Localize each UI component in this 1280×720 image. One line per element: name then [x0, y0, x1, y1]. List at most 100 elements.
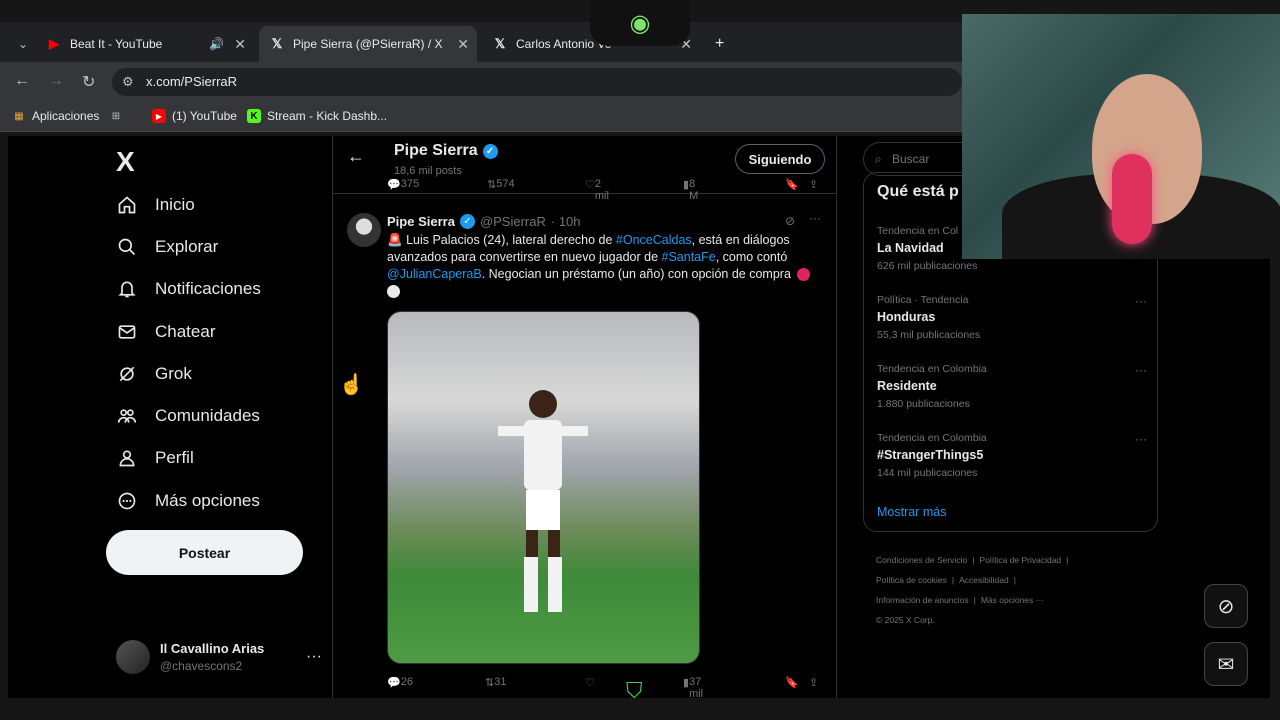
verified-badge-icon: ✓	[482, 143, 498, 159]
grok-icon[interactable]: ⊘	[1204, 584, 1248, 628]
more-icon[interactable]: ···	[809, 211, 821, 225]
site-info-icon[interactable]: ⚙	[122, 68, 134, 96]
reload-icon[interactable]: ↻	[82, 72, 95, 92]
nav-item-mas-opciones[interactable]: Más opciones	[116, 490, 260, 512]
close-icon[interactable]: ✕	[234, 36, 246, 53]
nav-label: Perfil	[155, 448, 194, 467]
more-circle-icon	[116, 490, 138, 512]
nav-item-explorar[interactable]: Explorar	[116, 236, 218, 258]
account-handle: @chavescons2	[160, 659, 243, 673]
trend-item[interactable]: Tendencia en Colombia Residente 1.880 pu…	[877, 363, 1147, 410]
view-count: 8 M	[689, 178, 699, 202]
nav-item-chatear[interactable]: Chatear	[116, 321, 215, 343]
grok-icon[interactable]: ⊘	[785, 214, 795, 228]
show-more-link[interactable]: Mostrar más	[877, 505, 946, 519]
white-circle-icon	[387, 285, 400, 299]
view-count: 37 mil	[689, 676, 704, 698]
footer-link[interactable]: Más opciones ···	[981, 590, 1044, 610]
nav-item-grok[interactable]: Grok	[116, 363, 192, 385]
trend-count: 1.880 publicaciones	[877, 398, 970, 410]
bookmark-label: Stream - Kick Dashb...	[267, 109, 388, 123]
account-switcher[interactable]: Il Cavallino Arias @chavescons2 ···	[116, 640, 322, 674]
x-logo[interactable]: X	[116, 146, 135, 178]
close-icon[interactable]: ✕	[457, 36, 469, 53]
nav-label: Comunidades	[155, 406, 260, 425]
like-button[interactable]: ♡	[585, 676, 595, 689]
bell-icon	[116, 278, 138, 300]
trend-item[interactable]: Política · Tendencia Honduras 55,3 mil p…	[877, 294, 1147, 341]
address-bar[interactable]: ⚙ x.com/PSierraR	[112, 68, 962, 96]
footer-link[interactable]: Condiciones de Servicio	[876, 550, 967, 570]
footer-separator: |	[973, 595, 976, 605]
more-icon[interactable]: ···	[1135, 294, 1147, 308]
avatar[interactable]	[347, 213, 381, 247]
grid-icon: ⊞	[111, 110, 121, 122]
tab-youtube[interactable]: ▶ Beat It - YouTube 🔊 ✕	[36, 26, 254, 62]
tab-pipe-sierra[interactable]: 𝕏 Pipe Sierra (@PSierraR) / X ✕	[259, 26, 477, 62]
nav-label: Inicio	[155, 195, 195, 214]
back-arrow-icon[interactable]: ←	[347, 146, 365, 167]
repost-count: 31	[494, 676, 507, 688]
views-button[interactable]: ▮ 8 M	[683, 178, 698, 202]
repost-button[interactable]: ⇅ 574	[487, 178, 515, 191]
share-icon[interactable]: ⇪	[809, 178, 818, 191]
webcam-overlay	[962, 14, 1280, 259]
reply-button[interactable]: 💬 375	[387, 178, 419, 191]
new-tab-button[interactable]: +	[705, 26, 734, 62]
mention[interactable]: @JulianCaperaB	[387, 267, 482, 281]
bookmark-label: (1) YouTube	[172, 109, 237, 123]
share-icon[interactable]: ⇪	[809, 676, 818, 689]
following-button[interactable]: Siguiendo	[735, 144, 825, 174]
bookmark-youtube[interactable]: ▶ (1) YouTube	[152, 109, 237, 123]
tweet-text-part: , como contó	[715, 250, 788, 264]
nav-item-perfil[interactable]: Perfil	[116, 447, 194, 469]
repost-count: 574	[496, 178, 515, 190]
bookmark-apps[interactable]: ▦ Aplicaciones	[12, 109, 99, 123]
microphone-icon	[1112, 154, 1152, 244]
url-text: x.com/PSierraR	[146, 74, 238, 89]
bookmark-icon[interactable]: 🔖	[785, 178, 799, 191]
repost-button[interactable]: ⇅ 31	[485, 676, 506, 689]
trend-context: Tendencia en Colombia	[877, 432, 987, 444]
hashtag[interactable]: #OnceCaldas	[616, 233, 692, 247]
footer-separator: |	[1013, 575, 1016, 585]
bookmark-icon[interactable]: 🔖	[785, 676, 799, 689]
tweet-image[interactable]	[387, 311, 700, 664]
bookmark-kick[interactable]: K Stream - Kick Dashb...	[247, 109, 387, 123]
tweet-time[interactable]: · 10h	[551, 214, 581, 229]
grok-icon	[116, 363, 138, 385]
bookmark-label: Aplicaciones	[32, 109, 100, 123]
tab-title: Pipe Sierra (@PSierraR) / X	[293, 37, 443, 51]
reply-button[interactable]: 💬 26	[387, 676, 413, 689]
nav-item-notificaciones[interactable]: Notificaciones	[116, 278, 261, 300]
forward-icon[interactable]: →	[48, 72, 64, 90]
trend-item[interactable]: Tendencia en Colombia #StrangerThings5 1…	[877, 432, 1147, 479]
streamer-logo-icon: ◉	[590, 0, 690, 46]
author-name[interactable]: Pipe Sierra	[387, 214, 455, 229]
like-button[interactable]: ♡ 2 mil	[585, 178, 609, 202]
tab-list-button[interactable]: ⌄	[8, 26, 28, 62]
nav-label: Chatear	[155, 322, 216, 341]
mail-icon[interactable]: ✉	[1204, 642, 1248, 686]
nav-item-comunidades[interactable]: Comunidades	[116, 405, 260, 427]
more-icon[interactable]: ···	[1135, 432, 1147, 446]
post-button[interactable]: Postear	[106, 530, 303, 575]
footer-link[interactable]: Accesibilidad	[959, 570, 1009, 590]
views-button[interactable]: ▮ 37 mil	[683, 676, 703, 698]
more-icon[interactable]: ···	[306, 648, 322, 666]
back-icon[interactable]: ←	[14, 72, 30, 90]
footer-link[interactable]: Información de anuncios	[876, 590, 969, 610]
footer-link[interactable]: Política de Privacidad	[979, 550, 1061, 570]
hashtag[interactable]: #SantaFe	[662, 250, 716, 264]
nav-item-inicio[interactable]: Inicio	[116, 194, 195, 216]
footer-link[interactable]: Política de cookies	[876, 570, 947, 590]
footer-separator: |	[972, 555, 975, 565]
stream-frame: ⌄ ▶ Beat It - YouTube 🔊 ✕ 𝕏 Pipe Sierra …	[0, 0, 1280, 720]
more-icon[interactable]: ···	[1135, 363, 1147, 377]
trends-title: Qué está p	[877, 183, 959, 200]
tweet-text-part: . Negocian un préstamo (un año) con opci…	[481, 267, 791, 281]
profile-name-text: Pipe Sierra	[394, 142, 478, 159]
bookmark-grid[interactable]: ⊞	[109, 109, 129, 123]
x-icon: 𝕏	[494, 36, 506, 51]
trend-count: 144 mil publicaciones	[877, 467, 978, 479]
